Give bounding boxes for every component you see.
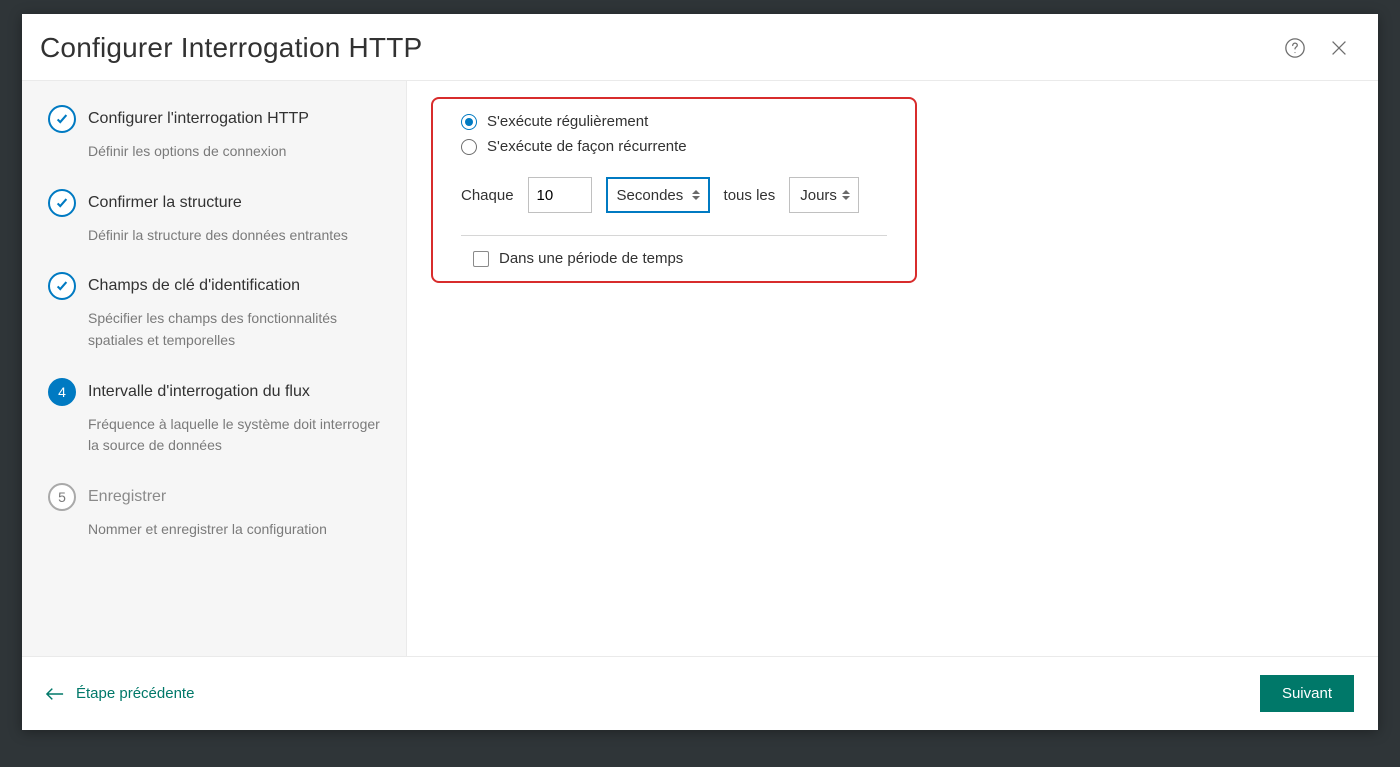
step-2[interactable]: Confirmer la structure Définir la struct…: [40, 189, 388, 273]
step-title: Champs de clé d'identification: [88, 272, 388, 300]
step-title: Configurer l'interrogation HTTP: [88, 105, 388, 133]
step-number-badge: 5: [48, 483, 76, 511]
select-value: Jours: [800, 187, 837, 204]
step-5[interactable]: 5 Enregistrer Nommer et enregistrer la c…: [40, 483, 388, 567]
help-icon[interactable]: [1282, 35, 1308, 61]
step-subtitle: Spécifier les champs des fonctionnalités…: [88, 308, 388, 351]
interval-value-input[interactable]: [528, 177, 592, 213]
step-4[interactable]: 4 Intervalle d'interrogation du flux Fré…: [40, 378, 388, 483]
spinner-icon: [842, 187, 852, 203]
previous-step-link[interactable]: Étape précédente: [46, 685, 194, 702]
step-title: Intervalle d'interrogation du flux: [88, 378, 388, 406]
interval-row: Chaque Secondes tous les Jours: [461, 177, 887, 213]
highlighted-panel: S'exécute régulièrement S'exécute de faç…: [431, 97, 917, 283]
step-number-badge: 4: [48, 378, 76, 406]
step-subtitle: Définir la structure des données entrant…: [88, 225, 388, 247]
interval-period-select[interactable]: Jours: [789, 177, 859, 213]
step-title: Enregistrer: [88, 483, 388, 511]
step-1[interactable]: Configurer l'interrogation HTTP Définir …: [40, 105, 388, 189]
check-icon: [48, 189, 76, 217]
modal-body: Configurer l'interrogation HTTP Définir …: [22, 81, 1378, 656]
each-label: Chaque: [461, 187, 514, 204]
check-icon: [48, 105, 76, 133]
radio-label: S'exécute régulièrement: [487, 113, 648, 130]
modal-title: Configurer Interrogation HTTP: [40, 32, 1264, 64]
step-subtitle: Nommer et enregistrer la configuration: [88, 519, 388, 541]
radio-icon: [461, 114, 477, 130]
divider: [461, 235, 887, 236]
spinner-icon: [692, 187, 702, 203]
time-period-checkbox[interactable]: Dans une période de temps: [461, 250, 887, 267]
config-modal: Configurer Interrogation HTTP Configurer…: [22, 14, 1378, 730]
interval-unit-select[interactable]: Secondes: [606, 177, 710, 213]
modal-header: Configurer Interrogation HTTP: [22, 14, 1378, 81]
next-button[interactable]: Suivant: [1260, 675, 1354, 712]
radio-recurrent[interactable]: S'exécute de façon récurrente: [461, 138, 887, 155]
checkbox-label: Dans une période de temps: [499, 250, 683, 267]
check-icon: [48, 272, 76, 300]
select-value: Secondes: [617, 187, 684, 204]
radio-regular[interactable]: S'exécute régulièrement: [461, 113, 887, 130]
step-3[interactable]: Champs de clé d'identification Spécifier…: [40, 272, 388, 377]
step-title: Confirmer la structure: [88, 189, 388, 217]
step-subtitle: Fréquence à laquelle le système doit int…: [88, 414, 388, 457]
back-label: Étape précédente: [76, 685, 194, 702]
modal-footer: Étape précédente Suivant: [22, 656, 1378, 730]
modal-content: S'exécute régulièrement S'exécute de faç…: [407, 81, 1378, 656]
radio-icon: [461, 139, 477, 155]
arrow-left-icon: [46, 687, 64, 701]
every-label: tous les: [724, 187, 776, 204]
step-subtitle: Définir les options de connexion: [88, 141, 388, 163]
checkbox-icon: [473, 251, 489, 267]
wizard-sidebar: Configurer l'interrogation HTTP Définir …: [22, 81, 407, 656]
close-icon[interactable]: [1326, 35, 1352, 61]
radio-label: S'exécute de façon récurrente: [487, 138, 687, 155]
